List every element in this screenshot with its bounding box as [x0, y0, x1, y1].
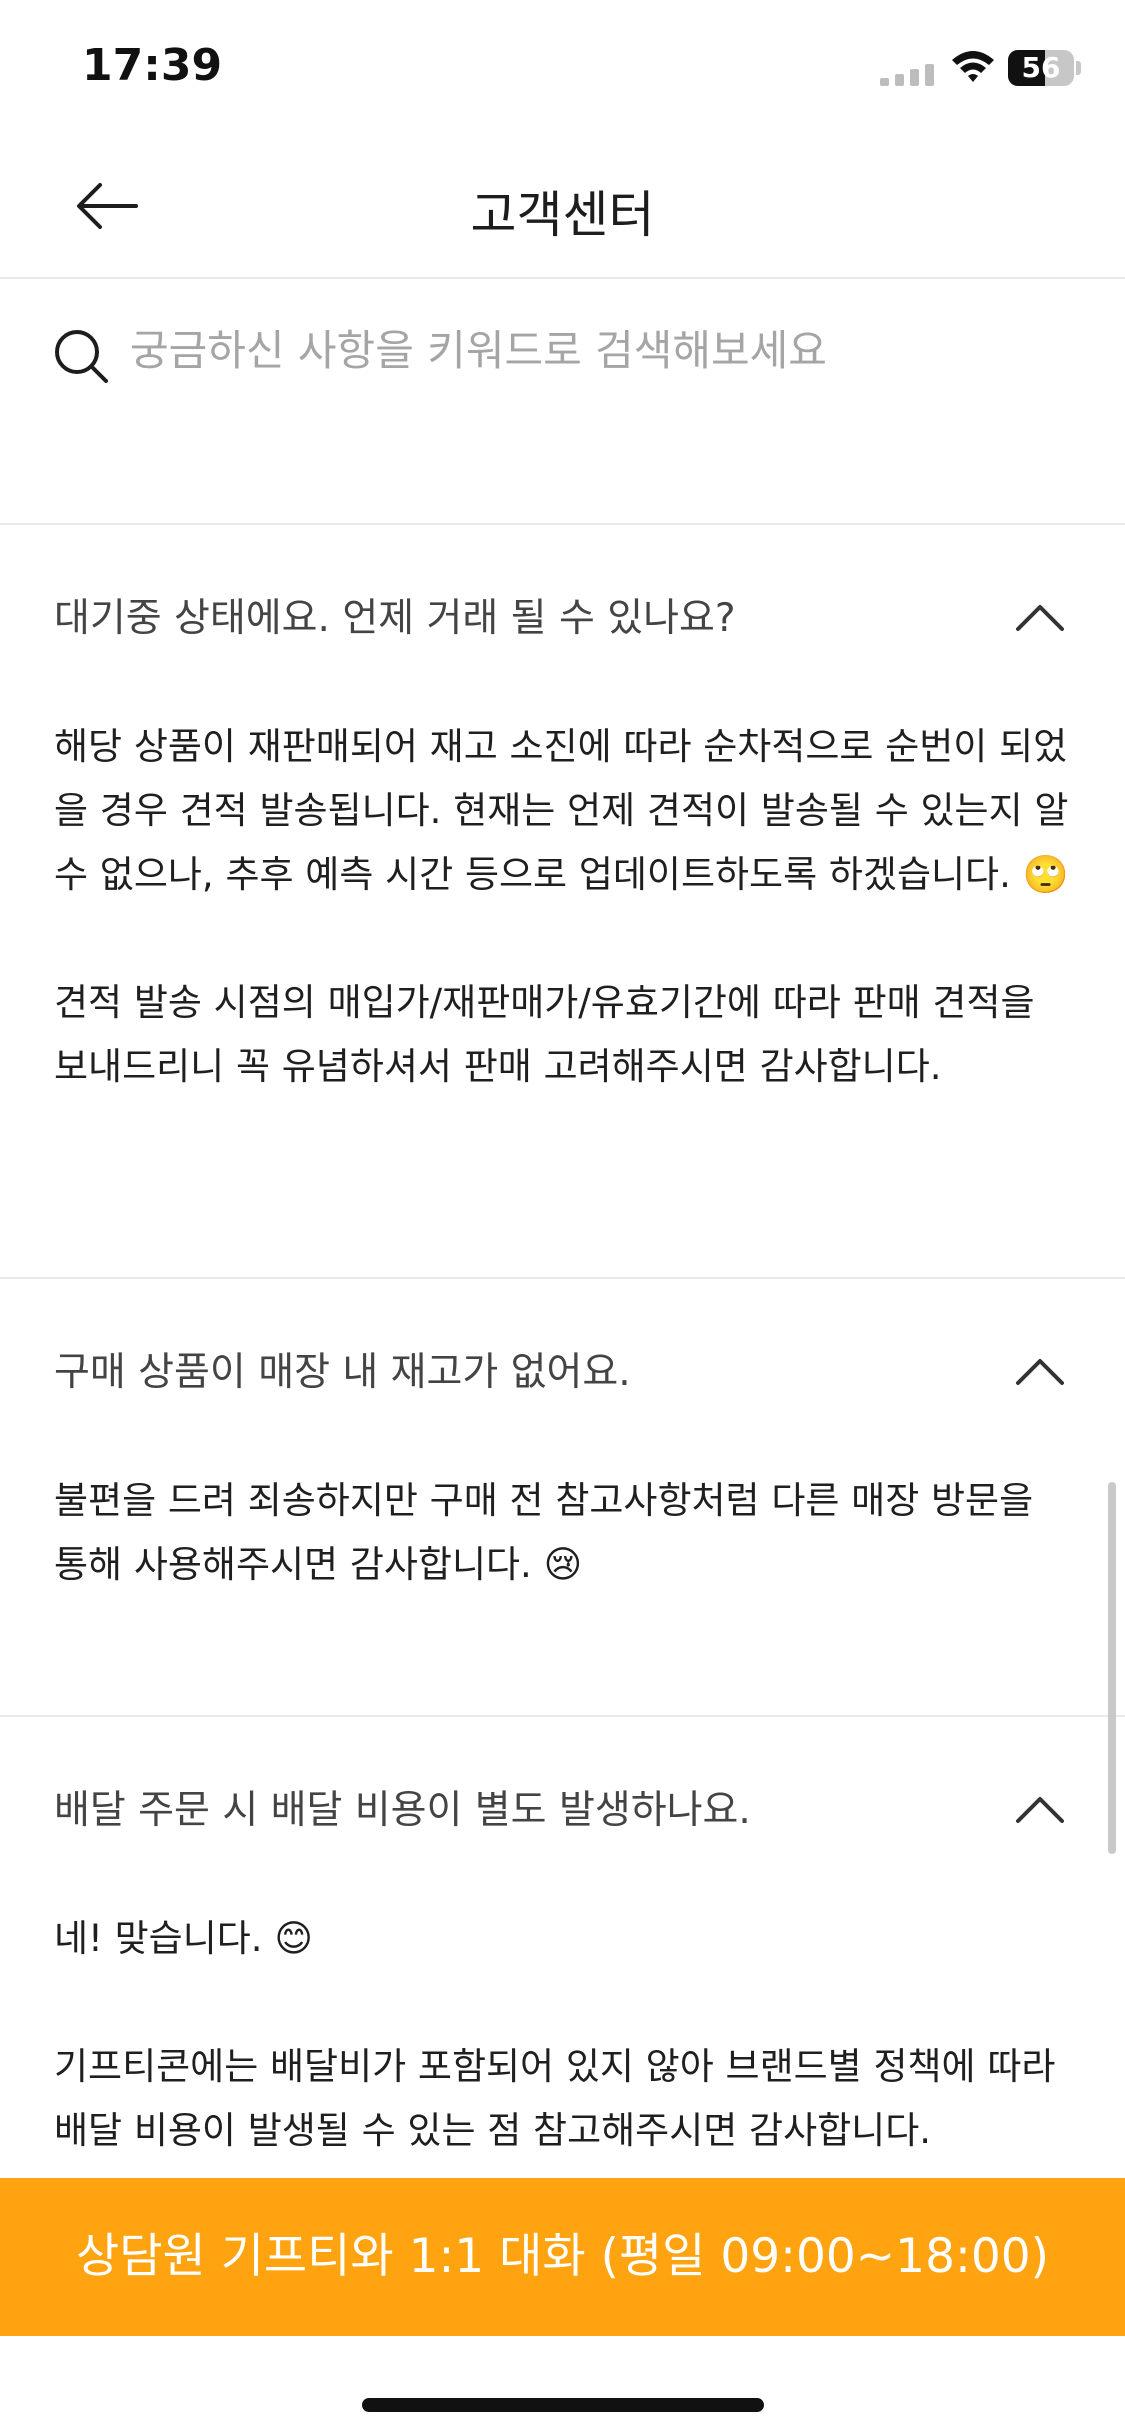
faq-item: 대기중 상태에요. 언제 거래 될 수 있나요? 해당 상품이 재판매되어 재고…: [0, 525, 1125, 1279]
faq-answer-paragraph: 기프티콘에는 배달비가 포함되어 있지 않아 브랜드별 정책에 따라 배달 비용…: [54, 2045, 1056, 2152]
cellular-signal-icon: [880, 64, 934, 86]
battery-level: 56: [1021, 51, 1061, 84]
chevron-up-icon[interactable]: [1014, 601, 1066, 633]
faq-question-text: 구매 상품이 매장 내 재고가 없어요.: [54, 1350, 631, 1395]
search-icon: [55, 330, 108, 383]
chevron-up-icon[interactable]: [1014, 1355, 1066, 1387]
faq-answer: 네! 맞습니다. 😊 기프티콘에는 배달비가 포함되어 있지 않아 브랜드별 정…: [0, 1907, 1125, 2163]
faq-answer-paragraph: 견적 발송 시점의 매입가/재판매가/유효기간에 따라 판매 견적을 보내드리니…: [54, 981, 1035, 1088]
faq-question-text: 대기중 상태에요. 언제 거래 될 수 있나요?: [54, 596, 736, 641]
faq-answer-paragraph: 불편을 드려 죄송하지만 구매 전 참고사항처럼 다른 매장 방문을 통해 사용…: [54, 1479, 1034, 1586]
faq-list: 대기중 상태에요. 언제 거래 될 수 있나요? 해당 상품이 재판매되어 재고…: [0, 525, 1125, 2163]
faq-question-text: 배달 주문 시 배달 비용이 별도 발생하나요.: [54, 1788, 751, 1833]
faq-answer-paragraph: 네! 맞습니다. 😊: [54, 1917, 313, 1960]
faq-item: 구매 상품이 매장 내 재고가 없어요. 불편을 드려 죄송하지만 구매 전 참…: [0, 1279, 1125, 1717]
chat-with-agent-button[interactable]: 상담원 기프티와 1:1 대화 (평일 09:00~18:00): [0, 2178, 1125, 2336]
bottom-safe-area: [0, 2336, 1125, 2436]
faq-question[interactable]: 배달 주문 시 배달 비용이 별도 발생하나요.: [0, 1717, 1125, 1907]
search-input[interactable]: [130, 315, 1030, 385]
faq-question[interactable]: 대기중 상태에요. 언제 거래 될 수 있나요?: [0, 525, 1125, 715]
status-bar: 17:39 56: [0, 0, 1125, 135]
faq-item: 배달 주문 시 배달 비용이 별도 발생하나요. 네! 맞습니다. 😊 기프티콘…: [0, 1717, 1125, 2163]
chevron-up-icon[interactable]: [1014, 1793, 1066, 1825]
battery-icon: 56: [1008, 50, 1074, 86]
faq-question[interactable]: 구매 상품이 매장 내 재고가 없어요.: [0, 1279, 1125, 1469]
header: 고객센터: [0, 135, 1125, 279]
home-indicator[interactable]: [362, 2398, 764, 2412]
page-title: 고객센터: [470, 186, 655, 244]
status-time: 17:39: [82, 40, 223, 91]
faq-answer: 해당 상품이 재판매되어 재고 소진에 따라 순차적으로 순번이 되었을 경우 …: [0, 715, 1125, 1099]
faq-answer-paragraph: 해당 상품이 재판매되어 재고 소진에 따라 순차적으로 순번이 되었을 경우 …: [54, 725, 1069, 896]
search-bar: [0, 279, 1125, 525]
chat-with-agent-label: 상담원 기프티와 1:1 대화 (평일 09:00~18:00): [76, 2229, 1049, 2284]
battery-tip: [1076, 61, 1081, 75]
faq-answer: 불편을 드려 죄송하지만 구매 전 참고사항처럼 다른 매장 방문을 통해 사용…: [0, 1469, 1125, 1597]
wifi-icon: [952, 51, 994, 82]
scrollbar[interactable]: [1108, 1482, 1116, 1854]
